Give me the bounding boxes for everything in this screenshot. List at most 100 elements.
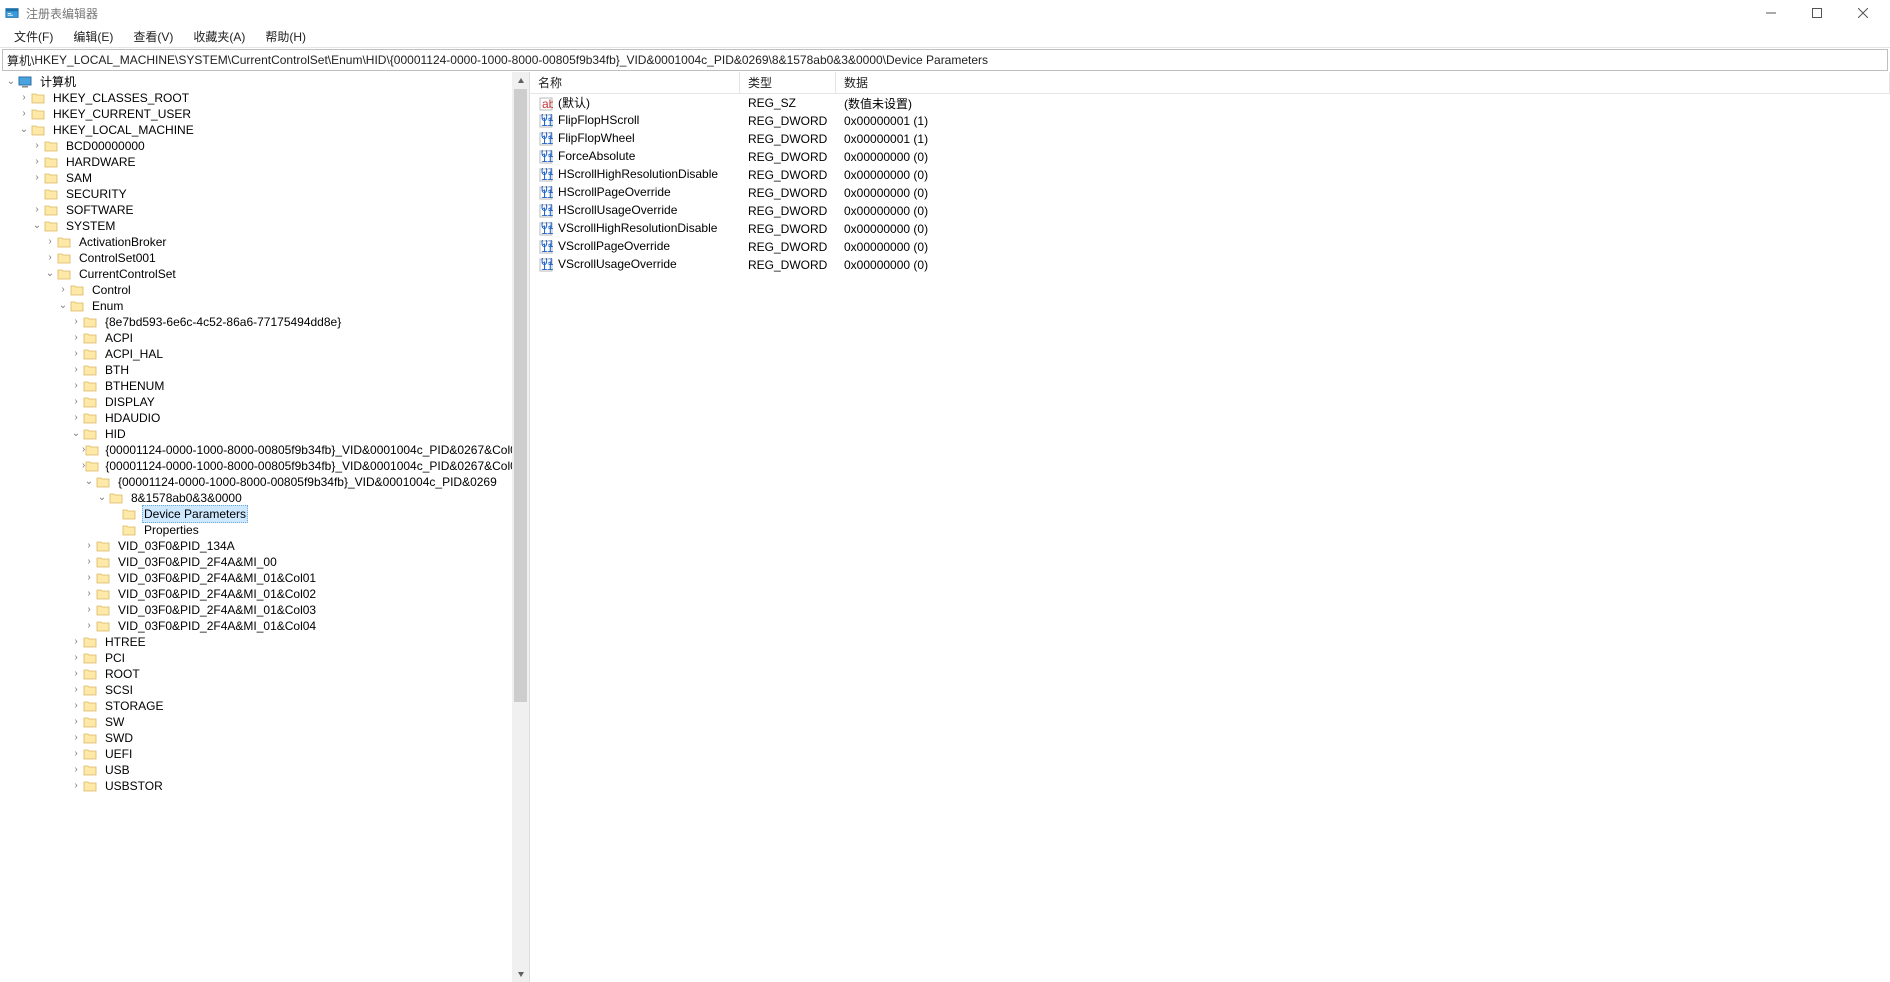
chevron-down-icon[interactable]: ⌄ [69, 426, 83, 442]
chevron-right-icon[interactable]: › [69, 330, 83, 346]
tree-item[interactable]: ›UEFI [0, 746, 512, 762]
chevron-right-icon[interactable]: › [17, 90, 31, 106]
column-header-data[interactable]: 数据 [836, 72, 1890, 93]
tree-item[interactable]: ›STORAGE [0, 698, 512, 714]
tree-item[interactable]: ›DISPLAY [0, 394, 512, 410]
tree-item[interactable]: ⌄计算机 [0, 74, 512, 90]
tree-item[interactable]: ·Properties [0, 522, 512, 538]
menu-file[interactable]: 文件(F) [4, 26, 63, 47]
chevron-right-icon[interactable]: › [56, 282, 70, 298]
tree-item[interactable]: ⌄SYSTEM [0, 218, 512, 234]
chevron-right-icon[interactable]: › [82, 554, 96, 570]
chevron-right-icon[interactable]: › [69, 698, 83, 714]
tree-item[interactable]: ›HTREE [0, 634, 512, 650]
column-header-type[interactable]: 类型 [740, 72, 836, 93]
tree-item[interactable]: ›Control [0, 282, 512, 298]
chevron-right-icon[interactable]: › [30, 138, 44, 154]
chevron-down-icon[interactable]: ⌄ [43, 266, 57, 282]
chevron-right-icon[interactable]: › [69, 714, 83, 730]
chevron-right-icon[interactable]: › [82, 618, 96, 634]
chevron-right-icon[interactable]: › [69, 634, 83, 650]
tree-item[interactable]: ›HARDWARE [0, 154, 512, 170]
tree-item[interactable]: ›HKEY_CLASSES_ROOT [0, 90, 512, 106]
tree-item[interactable]: ›BTH [0, 362, 512, 378]
tree-item[interactable]: ›BTHENUM [0, 378, 512, 394]
tree-item[interactable]: ›{00001124-0000-1000-8000-00805f9b34fb}_… [0, 442, 512, 458]
tree-item[interactable]: ›SAM [0, 170, 512, 186]
tree-item[interactable]: ›SWD [0, 730, 512, 746]
menu-edit[interactable]: 编辑(E) [63, 26, 123, 47]
chevron-right-icon[interactable]: › [69, 650, 83, 666]
tree-item[interactable]: ›VID_03F0&PID_2F4A&MI_01&Col02 [0, 586, 512, 602]
value-row[interactable]: 011110HScrollPageOverrideREG_DWORD0x0000… [530, 184, 1890, 202]
tree-item[interactable]: ›VID_03F0&PID_2F4A&MI_01&Col04 [0, 618, 512, 634]
chevron-down-icon[interactable]: ⌄ [17, 122, 31, 138]
tree-item[interactable]: ›BCD00000000 [0, 138, 512, 154]
tree-vertical-scrollbar[interactable] [512, 72, 529, 982]
tree-item[interactable]: ›VID_03F0&PID_2F4A&MI_01&Col03 [0, 602, 512, 618]
column-header-name[interactable]: 名称 [530, 72, 740, 93]
scroll-up-icon[interactable] [512, 72, 529, 89]
scroll-thumb[interactable] [514, 89, 527, 702]
chevron-down-icon[interactable]: ⌄ [95, 490, 109, 506]
chevron-right-icon[interactable]: › [69, 762, 83, 778]
address-bar[interactable]: 算机\HKEY_LOCAL_MACHINE\SYSTEM\CurrentCont… [2, 49, 1888, 71]
chevron-down-icon[interactable]: ⌄ [82, 474, 96, 490]
chevron-right-icon[interactable]: › [82, 586, 96, 602]
value-row[interactable]: 011110HScrollUsageOverrideREG_DWORD0x000… [530, 202, 1890, 220]
tree-item[interactable]: ›USBSTOR [0, 778, 512, 794]
value-row[interactable]: 011110VScrollPageOverrideREG_DWORD0x0000… [530, 238, 1890, 256]
chevron-right-icon[interactable]: › [69, 314, 83, 330]
tree-item[interactable]: ›VID_03F0&PID_134A [0, 538, 512, 554]
tree-item[interactable]: ›VID_03F0&PID_2F4A&MI_00 [0, 554, 512, 570]
chevron-right-icon[interactable]: › [69, 362, 83, 378]
tree-item[interactable]: ›{8e7bd593-6e6c-4c52-86a6-77175494dd8e} [0, 314, 512, 330]
tree-item[interactable]: ›ActivationBroker [0, 234, 512, 250]
value-row[interactable]: 011110VScrollUsageOverrideREG_DWORD0x000… [530, 256, 1890, 274]
chevron-right-icon[interactable]: › [30, 154, 44, 170]
chevron-right-icon[interactable]: › [69, 346, 83, 362]
tree-item[interactable]: ·Device Parameters [0, 506, 512, 522]
values-list[interactable]: ab(默认)REG_SZ(数值未设置)011110FlipFlopHScroll… [530, 94, 1890, 274]
tree-item[interactable]: ›HKEY_CURRENT_USER [0, 106, 512, 122]
chevron-right-icon[interactable]: › [69, 746, 83, 762]
chevron-right-icon[interactable]: › [69, 778, 83, 794]
tree-item[interactable]: ›ROOT [0, 666, 512, 682]
tree-item[interactable]: ›{00001124-0000-1000-8000-00805f9b34fb}_… [0, 458, 512, 474]
value-row[interactable]: 011110FlipFlopWheelREG_DWORD0x00000001 (… [530, 130, 1890, 148]
tree-item[interactable]: ⌄Enum [0, 298, 512, 314]
chevron-right-icon[interactable]: › [69, 378, 83, 394]
value-row[interactable]: 011110FlipFlopHScrollREG_DWORD0x00000001… [530, 112, 1890, 130]
minimize-button[interactable] [1748, 0, 1794, 26]
maximize-button[interactable] [1794, 0, 1840, 26]
tree-item[interactable]: ⌄HKEY_LOCAL_MACHINE [0, 122, 512, 138]
chevron-right-icon[interactable]: › [69, 394, 83, 410]
tree-item[interactable]: ⌄CurrentControlSet [0, 266, 512, 282]
chevron-right-icon[interactable]: › [43, 250, 57, 266]
chevron-right-icon[interactable]: › [82, 602, 96, 618]
value-row[interactable]: 011110HScrollHighResolutionDisableREG_DW… [530, 166, 1890, 184]
chevron-right-icon[interactable]: › [69, 410, 83, 426]
value-row[interactable]: ab(默认)REG_SZ(数值未设置) [530, 94, 1890, 112]
tree-item[interactable]: ›USB [0, 762, 512, 778]
tree-item[interactable]: ⌄{00001124-0000-1000-8000-00805f9b34fb}_… [0, 474, 512, 490]
chevron-down-icon[interactable]: ⌄ [56, 298, 70, 314]
tree-item[interactable]: ·SECURITY [0, 186, 512, 202]
tree-item[interactable]: ›SOFTWARE [0, 202, 512, 218]
value-row[interactable]: 011110ForceAbsoluteREG_DWORD0x00000000 (… [530, 148, 1890, 166]
menu-help[interactable]: 帮助(H) [255, 26, 316, 47]
chevron-right-icon[interactable]: › [17, 106, 31, 122]
chevron-down-icon[interactable]: ⌄ [4, 74, 18, 90]
tree-item[interactable]: ›SCSI [0, 682, 512, 698]
chevron-right-icon[interactable]: › [30, 202, 44, 218]
menu-view[interactable]: 查看(V) [123, 26, 183, 47]
chevron-right-icon[interactable]: › [82, 538, 96, 554]
chevron-right-icon[interactable]: › [82, 570, 96, 586]
tree-item[interactable]: ›SW [0, 714, 512, 730]
chevron-down-icon[interactable]: ⌄ [30, 218, 44, 234]
chevron-right-icon[interactable]: › [69, 730, 83, 746]
tree-item[interactable]: ⌄HID [0, 426, 512, 442]
tree-item[interactable]: ›PCI [0, 650, 512, 666]
scroll-track[interactable] [512, 89, 529, 965]
registry-tree[interactable]: ⌄计算机›HKEY_CLASSES_ROOT›HKEY_CURRENT_USER… [0, 72, 512, 804]
